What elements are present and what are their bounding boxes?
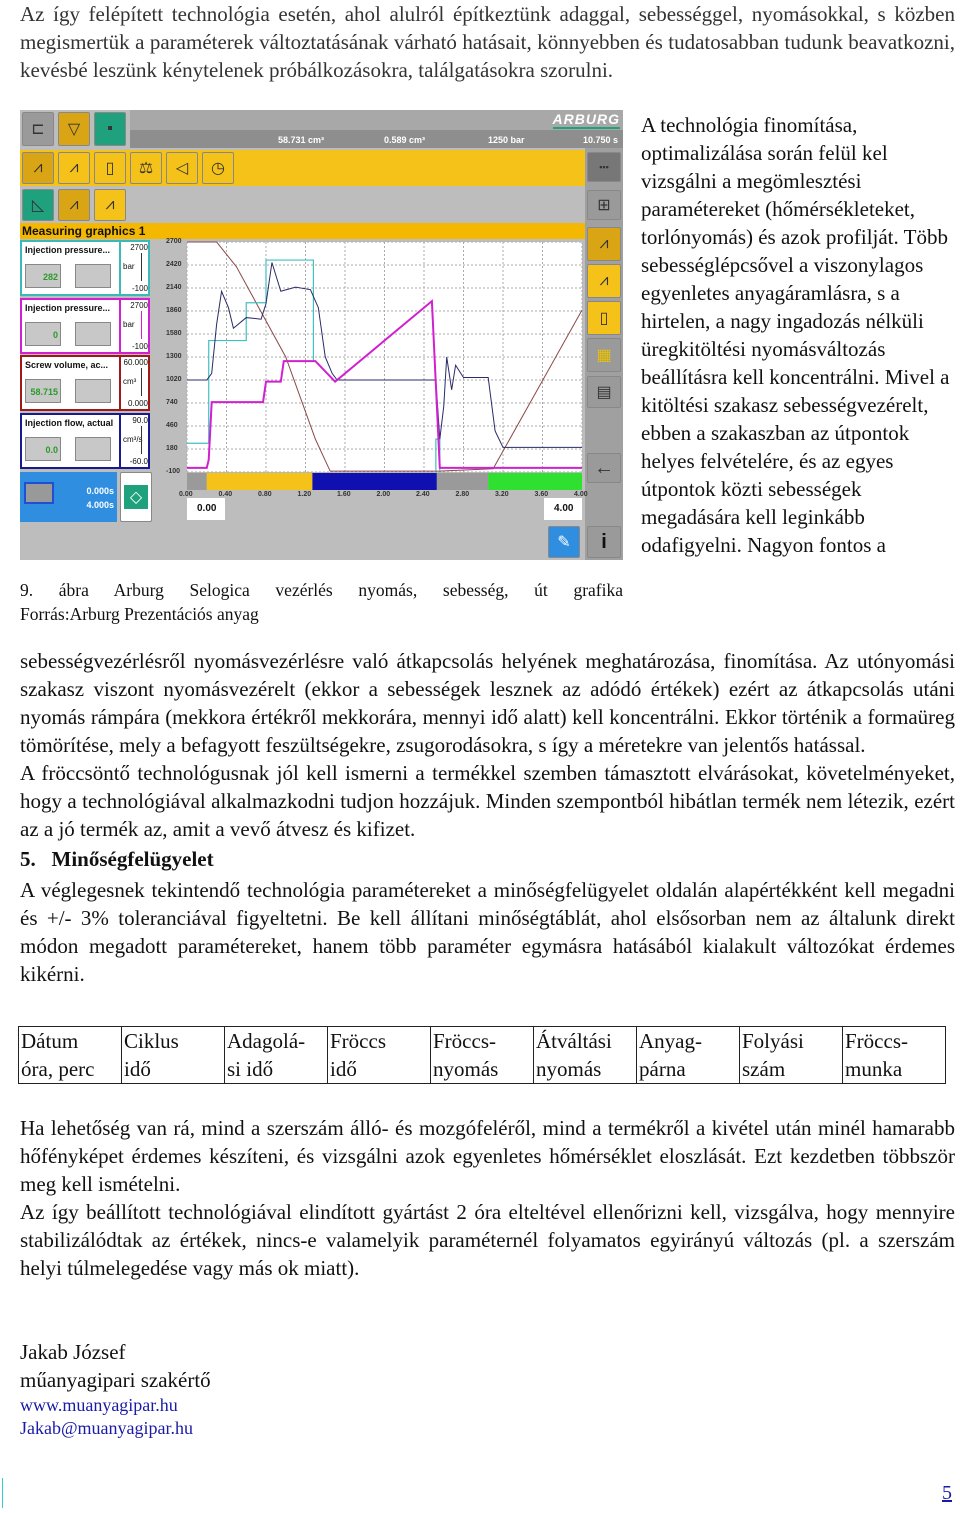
edit-pencil-button[interactable]: ✎ xyxy=(548,526,580,558)
x-tick-label: 2.40 xyxy=(416,491,430,498)
scale: 90.0 cm³/s -60.0 xyxy=(119,414,150,467)
y-tick-label: 180 xyxy=(166,445,178,452)
arburg-selogica-screenshot: ARBURG 58.731 cm³ 0.589 cm³ 1250 bar 10.… xyxy=(20,110,623,560)
value-box: 0.0 xyxy=(25,436,61,461)
empty-box xyxy=(75,321,111,346)
table-header-cell: Folyási szám xyxy=(739,1026,843,1084)
x-tick-label: 0.00 xyxy=(179,491,193,498)
y-tick-label: 2140 xyxy=(166,284,182,291)
section-heading: 5. Minőségfelügyelet xyxy=(20,847,214,871)
x-tick-label: 2.00 xyxy=(376,491,391,498)
value-box: 58.715 xyxy=(25,379,61,403)
y-tick-label: 2700 xyxy=(166,238,182,245)
side-graph-tolerance-button[interactable]: ⩘ xyxy=(587,264,621,298)
quality-table: Dátum óra, perc Ciklus idő Adagolá-si idő Frö… xyxy=(18,1026,946,1084)
phase-bar-segment xyxy=(488,473,582,490)
x-end-input[interactable]: 4.00 xyxy=(544,498,582,520)
figure-caption: 9. ábra Arburg Selogica vezérlés nyomás,… xyxy=(20,580,623,624)
body-text: sebességvezérlésről nyomásvezérlésre val… xyxy=(20,649,955,986)
info-icon[interactable]: i xyxy=(587,526,621,558)
x-tick-label: 1.60 xyxy=(337,491,351,498)
x-tick-label: 3.20 xyxy=(495,491,509,498)
signature: Jakab József műanyagipari szakértő www.m… xyxy=(20,1340,211,1438)
y-tick-label: 1860 xyxy=(166,307,182,314)
x-tick-label: 4.00 xyxy=(574,491,588,498)
body-text-2: Ha lehetőség van rá, mind a szerszám áll… xyxy=(20,1116,955,1280)
view-toggle-button[interactable]: ▪▪▪ xyxy=(587,152,621,182)
table-header-cell: Adagolá-si idő xyxy=(224,1026,328,1084)
table-header-cell: Fröccs-nyomás xyxy=(430,1026,534,1084)
back-arrow-icon[interactable]: ← xyxy=(587,453,621,483)
value-box: 0 xyxy=(25,321,61,346)
scale: 2700 bar -100 xyxy=(119,242,150,294)
empty-box xyxy=(75,264,111,288)
x-tick-label: 2.80 xyxy=(455,491,470,498)
y-tick-label: -100 xyxy=(166,468,181,475)
website-link[interactable]: www.muanyagipar.hu xyxy=(20,1395,178,1415)
email-link[interactable]: Jakab@muanyagipar.hu xyxy=(20,1418,193,1438)
table-header-cell: Fröccs idő xyxy=(327,1026,431,1084)
y-tick-label: 1580 xyxy=(166,330,182,337)
table-header-cell: Anyag-párna xyxy=(636,1026,740,1084)
signal-panel[interactable]: Injection flow, actual 0.0 90.0 cm³/s -6… xyxy=(20,412,150,469)
y-tick-label: 1020 xyxy=(166,376,182,383)
phase-bar-segment xyxy=(312,473,437,490)
grid-button[interactable]: ▦ xyxy=(587,338,621,372)
phase-bar-segment xyxy=(436,473,489,490)
y-tick-label: 2420 xyxy=(166,261,182,268)
x-tick-label: 1.20 xyxy=(297,491,312,498)
phase-bar-segment xyxy=(187,473,207,490)
comment-button[interactable]: ▤ xyxy=(587,376,621,408)
y-tick-label: 740 xyxy=(166,399,178,406)
side-graph-button[interactable]: ⩘ xyxy=(587,227,621,261)
x-tick-label: 0.40 xyxy=(218,491,233,498)
empty-box xyxy=(75,436,111,461)
right-column-text: A technológia finomítása, optimalizálása… xyxy=(641,113,950,557)
margin-marker xyxy=(2,1478,3,1508)
y-tick-label: 1300 xyxy=(166,353,182,360)
x-tick-label: 3.60 xyxy=(534,491,549,498)
y-tick-label: 460 xyxy=(166,422,178,429)
signal-panel[interactable]: Injection pressure... 282 2700 bar -100 xyxy=(20,240,150,296)
intro-paragraph: Az így felépített technológia esetén, ah… xyxy=(20,2,955,82)
table-header-cell: Fröccs-munka xyxy=(842,1026,946,1084)
x-start-input[interactable]: 0.00 xyxy=(187,498,225,520)
network-button[interactable]: ⊞ xyxy=(587,190,621,220)
empty-box xyxy=(75,379,111,403)
signal-panel[interactable]: Screw volume, ac... 58.715 60.000 cm³ 0.… xyxy=(20,355,150,411)
value-box: 282 xyxy=(25,264,61,288)
x-tick-label: 0.80 xyxy=(258,491,272,498)
page-number: 5 xyxy=(942,1482,952,1504)
table-header-cell: Átváltási nyomás xyxy=(533,1026,637,1084)
side-log-button[interactable]: ▯ xyxy=(587,301,621,335)
phase-bar-segment xyxy=(206,473,313,490)
signal-panel[interactable]: Injection pressure... 0 2700 bar -100 xyxy=(20,297,150,354)
table-header-cell: Ciklus idő xyxy=(121,1026,225,1084)
table-header-cell: Dátum óra, perc xyxy=(18,1026,122,1084)
scale: 60.000 cm³ 0.000 xyxy=(119,357,150,409)
scale: 2700 bar -100 xyxy=(119,299,150,352)
